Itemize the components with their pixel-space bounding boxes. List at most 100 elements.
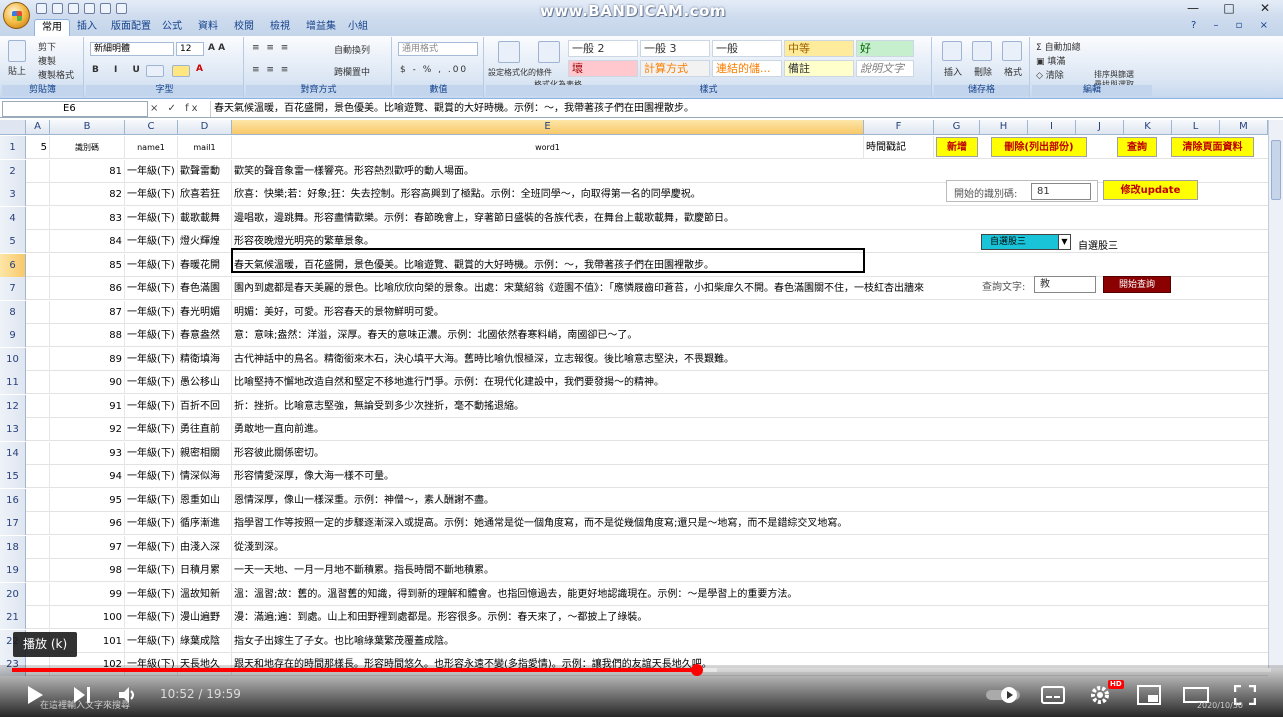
cell-description[interactable]: 明媚：美好，可愛。形容春天的景物鮮明可愛。 [232, 301, 864, 324]
cell-word[interactable]: 燈火輝煌 [178, 230, 232, 253]
cell-a[interactable] [26, 300, 50, 324]
start-id-input[interactable]: 81 [1031, 183, 1091, 200]
grow-font-icon[interactable]: A A [208, 43, 225, 53]
row-header[interactable]: 7 [0, 277, 26, 300]
cell-a1[interactable]: 5 [26, 136, 50, 159]
row-header[interactable]: 3 [0, 183, 26, 206]
cell-a[interactable] [26, 324, 50, 347]
redo-icon[interactable] [68, 3, 79, 14]
cell-grade[interactable]: 一年級(下) [125, 465, 178, 488]
cell-word[interactable]: 春光明媚 [178, 300, 232, 324]
header-word1[interactable]: word1 [232, 136, 864, 159]
row-header[interactable]: 20 [0, 582, 26, 606]
minimize-button[interactable]: — [1175, 0, 1211, 16]
cell-id[interactable]: 88 [50, 324, 125, 347]
scrollbar-thumb[interactable] [1271, 140, 1281, 200]
cell-a[interactable] [26, 418, 50, 441]
cell-word[interactable]: 春色滿園 [178, 277, 232, 300]
row-header[interactable]: 16 [0, 488, 26, 512]
cell-id[interactable]: 99 [50, 582, 125, 606]
row-header[interactable]: 5 [0, 230, 26, 253]
header-name1[interactable]: name1 [125, 136, 178, 159]
query-text-input[interactable]: 教 [1034, 276, 1096, 293]
cell-word[interactable]: 歡聲雷動 [178, 159, 232, 183]
cell-a[interactable] [26, 253, 50, 277]
cell-a[interactable] [26, 465, 50, 488]
cell-grade[interactable]: 一年級(下) [125, 159, 178, 183]
cell-a[interactable] [26, 183, 50, 206]
fill-button[interactable]: ▣ 填滿 [1036, 54, 1065, 67]
conditional-format-button[interactable]: 設定格式化的條件 [488, 67, 552, 78]
tab-review[interactable]: 校閱 [227, 19, 261, 36]
cell-id[interactable]: 83 [50, 206, 125, 230]
wrap-text-button[interactable]: 自動換列 [334, 43, 370, 56]
cell-word[interactable]: 春暖花開 [178, 253, 232, 277]
formula-controls[interactable]: × ✓ fx [150, 101, 208, 117]
style-note[interactable]: 備註 [784, 60, 854, 77]
cell-grade[interactable]: 一年級(下) [125, 488, 178, 512]
column-header-a[interactable]: A [26, 120, 50, 135]
row-header[interactable]: 18 [0, 535, 26, 559]
row-header[interactable]: 14 [0, 441, 26, 465]
style-good[interactable]: 好 [856, 40, 914, 57]
undo-icon[interactable] [52, 3, 63, 14]
row-header[interactable]: 19 [0, 559, 26, 582]
cell-id[interactable]: 97 [50, 535, 125, 559]
column-header-j[interactable]: J [1076, 120, 1124, 135]
style-linked-cell[interactable]: 連結的儲... [712, 60, 782, 77]
autoplay-toggle-icon[interactable] [985, 686, 1021, 704]
preview-icon[interactable] [100, 3, 111, 14]
column-header-f[interactable]: F [864, 120, 934, 135]
style-normal2[interactable]: 一般 2 [568, 40, 638, 57]
row-header[interactable]: 13 [0, 418, 26, 441]
font-color-icon[interactable]: A [196, 64, 203, 74]
cell-grade[interactable]: 一年級(下) [125, 300, 178, 324]
name-box[interactable]: E6 [2, 101, 148, 117]
cell-grade[interactable]: 一年級(下) [125, 347, 178, 371]
style-bad[interactable]: 壞 [568, 60, 638, 77]
row-header[interactable]: 9 [0, 324, 26, 347]
bold-italic-underline-icons[interactable]: B I U [92, 65, 146, 75]
chevron-down-icon[interactable]: ▼ [1058, 235, 1070, 249]
cell-id[interactable]: 95 [50, 488, 125, 512]
cell-a[interactable] [26, 394, 50, 418]
cell-description[interactable]: 意：意味;盎然：洋溢，深厚。春天的意味正濃。示例：北國依然春寒料峭，南國卻已～了… [232, 324, 864, 347]
cell-a[interactable] [26, 230, 50, 253]
fill-color-icon[interactable] [172, 65, 190, 77]
cell-grade[interactable]: 一年級(下) [125, 512, 178, 535]
cell-id[interactable]: 100 [50, 606, 125, 629]
row-header[interactable]: 6 [0, 253, 26, 277]
style-normal3[interactable]: 一般 3 [640, 40, 710, 57]
quick-access-toolbar[interactable] [36, 3, 127, 14]
cell-id[interactable]: 86 [50, 277, 125, 300]
progress-bar[interactable] [12, 664, 1271, 676]
cell-description[interactable]: 溫：溫習;故：舊的。溫習舊的知識，得到新的理解和體會。也指回憶過去，能更好地認識… [232, 583, 864, 606]
tab-team[interactable]: 小組 [341, 19, 375, 36]
border-icon[interactable] [146, 65, 164, 77]
cell-a[interactable] [26, 488, 50, 512]
save-icon[interactable] [36, 3, 47, 14]
progress-knob[interactable] [690, 664, 703, 676]
row-header[interactable]: 8 [0, 300, 26, 324]
style-neutral[interactable]: 中等 [784, 40, 854, 57]
cell-description[interactable]: 恩情深厚，像山一樣深重。示例：神僧～，素人酬謝不盡。 [232, 489, 864, 512]
row-header[interactable]: 12 [0, 394, 26, 418]
cell-description[interactable]: 指女子出嫁生了子女。也比喻綠葉繁茂覆蓋成陰。 [232, 630, 864, 653]
column-header-b[interactable]: B [50, 120, 125, 135]
autosum-button[interactable]: Σ 自動加總 [1036, 40, 1081, 53]
row-header[interactable]: 1 [0, 136, 26, 159]
paste-icon[interactable] [8, 40, 26, 62]
office-button-icon[interactable] [3, 2, 30, 29]
style-calculation[interactable]: 計算方式 [640, 60, 710, 77]
cell-description[interactable]: 欣喜：快樂;若：好象;狂：失去控制。形容高興到了極點。示例：全班同學～，向取得第… [232, 183, 864, 206]
delete-cells-icon[interactable] [972, 41, 992, 61]
row-header[interactable]: 2 [0, 159, 26, 183]
style-explanatory[interactable]: 說明文字 [856, 60, 914, 77]
format-painter-button[interactable]: 複製格式 [38, 68, 74, 81]
qat-dropdown-icon[interactable] [116, 3, 127, 14]
cell-a[interactable] [26, 441, 50, 465]
number-format-select[interactable]: 通用格式 [398, 42, 478, 56]
column-header-k[interactable]: K [1124, 120, 1172, 135]
cell-word[interactable]: 漫山遍野 [178, 606, 232, 629]
column-header-d[interactable]: D [178, 120, 232, 135]
